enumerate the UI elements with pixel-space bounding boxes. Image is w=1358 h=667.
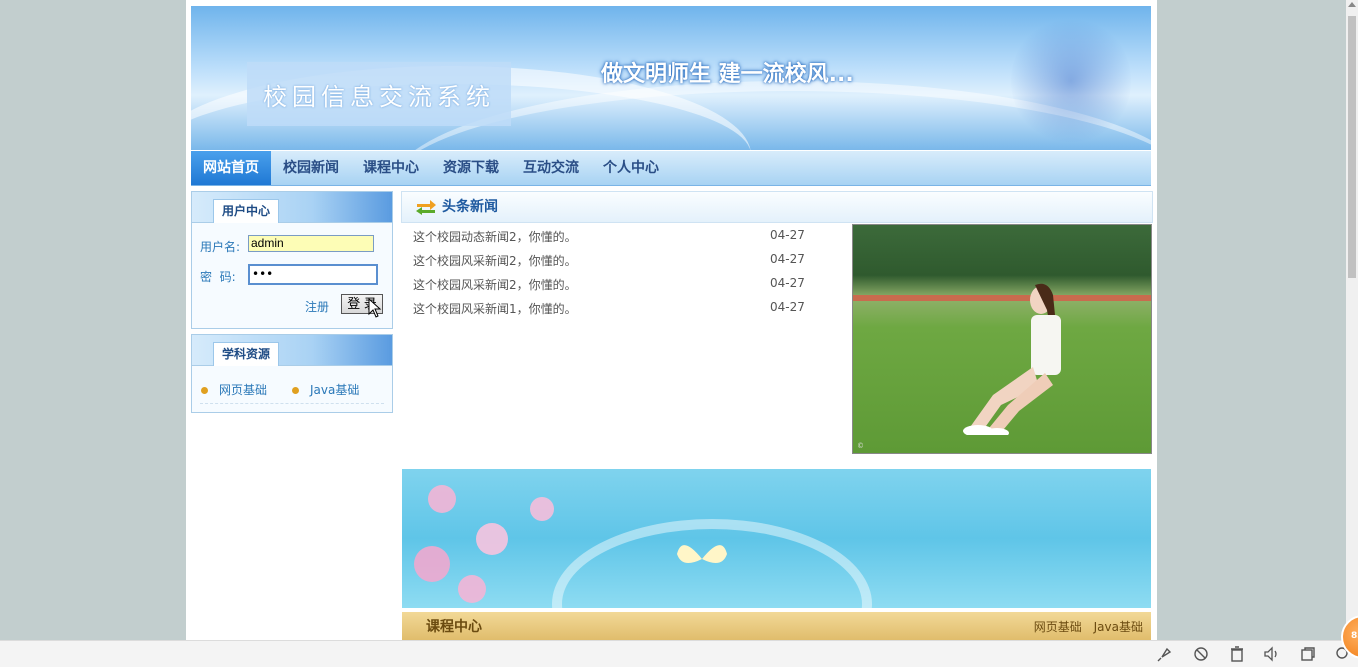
news-item[interactable]: 这个校园动态新闻2，你懂的。 04-27 [413,228,813,245]
site-title: 校园信息交流系统 [263,82,495,111]
divider [200,403,384,404]
course-center-title: 课程中心 [426,619,482,635]
news-title: 这个校园动态新闻2，你懂的。 [413,230,577,244]
scroll-up-arrow-icon[interactable] [1348,2,1356,7]
news-date: 04-27 [770,252,805,266]
trash-icon[interactable] [1228,645,1246,663]
course-center-bar: 课程中心 网页基础 Java基础 [402,612,1151,640]
bullet-icon [201,387,208,394]
subject-item[interactable]: Java基础 [292,381,359,398]
pin-icon[interactable] [1156,645,1174,663]
course-center-links: 网页基础 Java基础 [1026,612,1143,640]
news-title: 这个校园风采新闻1，你懂的。 [413,302,577,316]
news-title: 这个校园风采新闻2，你懂的。 [413,254,577,268]
course-link[interactable]: 网页基础 [1034,620,1082,634]
decorative-flower-banner [402,469,1151,608]
page: 校园信息交流系统 做文明师生 建一流校风... 网站首页 校园新闻 课程中心 资… [186,0,1157,640]
news-item[interactable]: 这个校园风采新闻2，你懂的。 04-27 [413,252,813,269]
bullet-icon [292,387,299,394]
course-link[interactable]: Java基础 [1094,620,1143,634]
butterfly-icon [677,545,727,563]
news-date: 04-27 [770,300,805,314]
nav-item-downloads[interactable]: 资源下载 [431,151,511,185]
site-title-box: 校园信息交流系统 [247,62,511,126]
scrollbar-thumb[interactable] [1348,16,1356,278]
password-label: 密 码: [200,270,236,284]
girl-sitting-photo [963,283,1061,435]
header-banner: 校园信息交流系统 做文明师生 建一流校风... [191,6,1151,150]
nav-item-campus-news[interactable]: 校园新闻 [271,151,351,185]
vertical-scrollbar[interactable] [1346,0,1358,640]
news-date: 04-27 [770,228,805,242]
nav-item-interaction[interactable]: 互动交流 [511,151,591,185]
user-center-title: 用户中心 [213,199,280,223]
flowers-decoration-icon [414,485,554,603]
news-item[interactable]: 这个校园风采新闻1，你懂的。 04-27 [413,300,813,317]
headline-news-title: 头条新闻 [442,199,498,215]
headline-photo[interactable]: © [852,224,1152,454]
news-item[interactable]: 这个校园风采新闻2，你懂的。 04-27 [413,276,813,293]
watermark-logo: © [857,442,864,450]
nav-item-course-center[interactable]: 课程中心 [351,151,431,185]
subject-resources-header: 学科资源 [192,335,392,366]
user-center-header: 用户中心 [192,192,392,223]
notification-badge: 83 [1351,631,1358,641]
subject-item[interactable]: 网页基础 [201,381,267,398]
headline-news-header: 头条新闻 [401,191,1153,223]
news-title: 这个校园风采新闻2，你懂的。 [413,278,577,292]
password-input[interactable]: ••• [248,264,378,285]
subject-resources-panel: 学科资源 网页基础 Java基础 [191,334,393,413]
news-date: 04-27 [770,276,805,290]
exchange-arrows-icon [416,200,436,215]
nav-item-personal-center[interactable]: 个人中心 [591,151,671,185]
user-center-panel: 用户中心 用户名: 密 码: ••• 注册 登 录 [191,191,393,329]
banner-slogan: 做文明师生 建一流校风... [601,62,854,87]
username-input[interactable] [248,235,374,252]
mouse-cursor-icon [368,298,382,318]
banner-flower-decoration [1011,16,1131,146]
nav-item-home[interactable]: 网站首页 [191,151,271,185]
refresh-icon[interactable] [1192,645,1210,663]
main-nav: 网站首页 校园新闻 课程中心 资源下载 互动交流 个人中心 [191,151,1151,186]
username-label: 用户名: [200,240,241,254]
register-link[interactable]: 注册 [305,298,329,315]
window-icon[interactable] [1299,645,1317,663]
volume-icon[interactable] [1263,645,1281,663]
bottom-toolbar [0,640,1358,667]
subject-resources-title: 学科资源 [213,342,280,366]
